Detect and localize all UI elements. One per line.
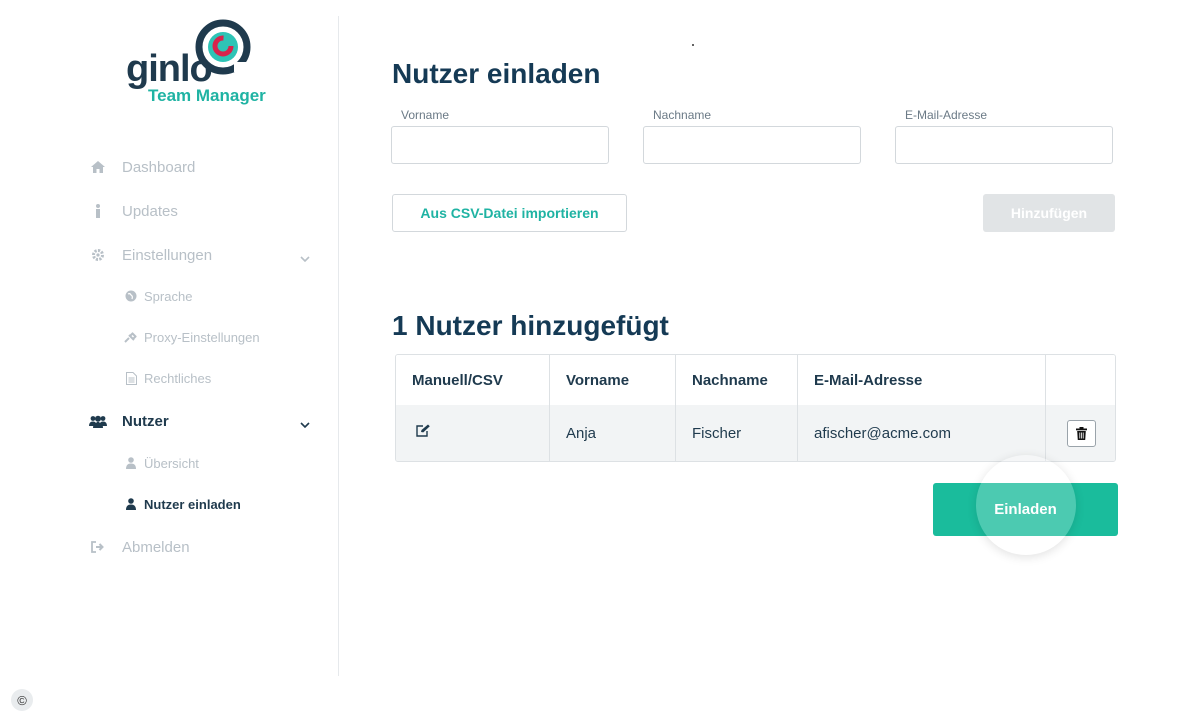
invite-button[interactable]: Einladen [933, 483, 1118, 536]
cell-source [396, 405, 550, 461]
user-icon [124, 457, 138, 469]
sidebar-item-abmelden[interactable]: Abmelden [88, 532, 318, 562]
column-header-last-name: Nachname [676, 355, 798, 405]
sidebar-item-dashboard[interactable]: Dashboard [88, 152, 318, 182]
last-name-label: Nachname [653, 108, 712, 122]
sidebar-item-nutzer[interactable]: Nutzer [88, 406, 318, 436]
sidebar-subitem-label: Nutzer einladen [144, 496, 241, 512]
gear-icon [88, 248, 108, 262]
sidebar-subitem-sprache[interactable]: Sprache [124, 283, 192, 309]
column-header-actions [1046, 355, 1115, 405]
users-icon [88, 415, 108, 428]
stray-dot [692, 44, 694, 46]
home-icon [88, 161, 108, 173]
sidebar-subitem-label: Proxy-Einstellungen [144, 329, 260, 345]
first-name-label: Vorname [401, 108, 450, 122]
email-input[interactable] [895, 126, 1113, 164]
sidebar-subitem-label: Sprache [144, 288, 193, 304]
chevron-down-icon[interactable] [300, 415, 310, 433]
column-header-email: E-Mail-Adresse [798, 355, 1046, 405]
delete-row-button[interactable] [1067, 420, 1096, 447]
chevron-down-icon[interactable] [300, 249, 310, 267]
info-icon [88, 204, 108, 218]
sidebar-item-einstellungen[interactable]: Einstellungen [88, 240, 318, 270]
last-name-input[interactable] [643, 126, 861, 164]
cell-first-name: Anja [550, 405, 676, 461]
cell-last-name: Fischer [676, 405, 798, 461]
column-header-first-name: Vorname [550, 355, 676, 405]
table-row: Anja Fischer afischer@acme.com [396, 405, 1115, 461]
sidebar-item-label: Dashboard [122, 158, 196, 176]
main-content: Nutzer einladen Vorname Nachname E-Mail-… [390, 0, 1130, 720]
add-button[interactable]: Hinzufügen [983, 194, 1115, 232]
first-name-input[interactable] [391, 126, 609, 164]
sidebar-item-label: Updates [122, 202, 178, 220]
sidebar-item-label: Nutzer [122, 412, 169, 430]
copyright-icon: © [11, 689, 33, 711]
sidebar: ginlo Team Manager Dashboard Updates Ein… [0, 0, 340, 720]
plug-icon [124, 331, 138, 343]
ginlo-logo[interactable]: ginlo Team Manager [124, 18, 274, 108]
page-title: Nutzer einladen [392, 58, 601, 89]
logo-product-name: Team Manager [148, 86, 266, 105]
logout-icon [88, 541, 108, 553]
table-header-row: Manuell/CSV Vorname Nachname E-Mail-Adre… [396, 355, 1115, 405]
cell-actions [1046, 405, 1115, 461]
last-name-field: Nachname [643, 108, 863, 164]
sidebar-item-label: Abmelden [122, 538, 190, 556]
sidebar-subitem-uebersicht[interactable]: Übersicht [124, 450, 199, 476]
sidebar-subitem-proxy[interactable]: Proxy-Einstellungen [124, 324, 260, 350]
sidebar-subitem-rechtliches[interactable]: Rechtliches [124, 365, 211, 391]
trash-icon [1076, 427, 1087, 440]
column-header-source: Manuell/CSV [396, 355, 550, 405]
email-field: E-Mail-Adresse [895, 108, 1115, 164]
logo-wordmark: ginlo [126, 48, 213, 90]
first-name-field: Vorname [391, 108, 611, 164]
user-icon [124, 498, 138, 510]
sidebar-divider [338, 16, 339, 676]
sidebar-subitem-label: Übersicht [144, 455, 199, 471]
added-users-table: Manuell/CSV Vorname Nachname E-Mail-Adre… [395, 354, 1116, 462]
sidebar-item-updates[interactable]: Updates [88, 196, 318, 226]
sidebar-subitem-label: Rechtliches [144, 370, 212, 386]
globe-icon [124, 290, 138, 302]
edit-icon [416, 424, 431, 437]
cell-email: afischer@acme.com [798, 405, 1046, 461]
email-label: E-Mail-Adresse [905, 108, 988, 122]
document-icon [124, 371, 138, 385]
added-users-title: 1 Nutzer hinzugefügt [392, 310, 669, 341]
sidebar-item-label: Einstellungen [122, 246, 213, 264]
import-csv-button[interactable]: Aus CSV-Datei importieren [392, 194, 627, 232]
sidebar-subitem-nutzer-einladen[interactable]: Nutzer einladen [124, 491, 241, 517]
